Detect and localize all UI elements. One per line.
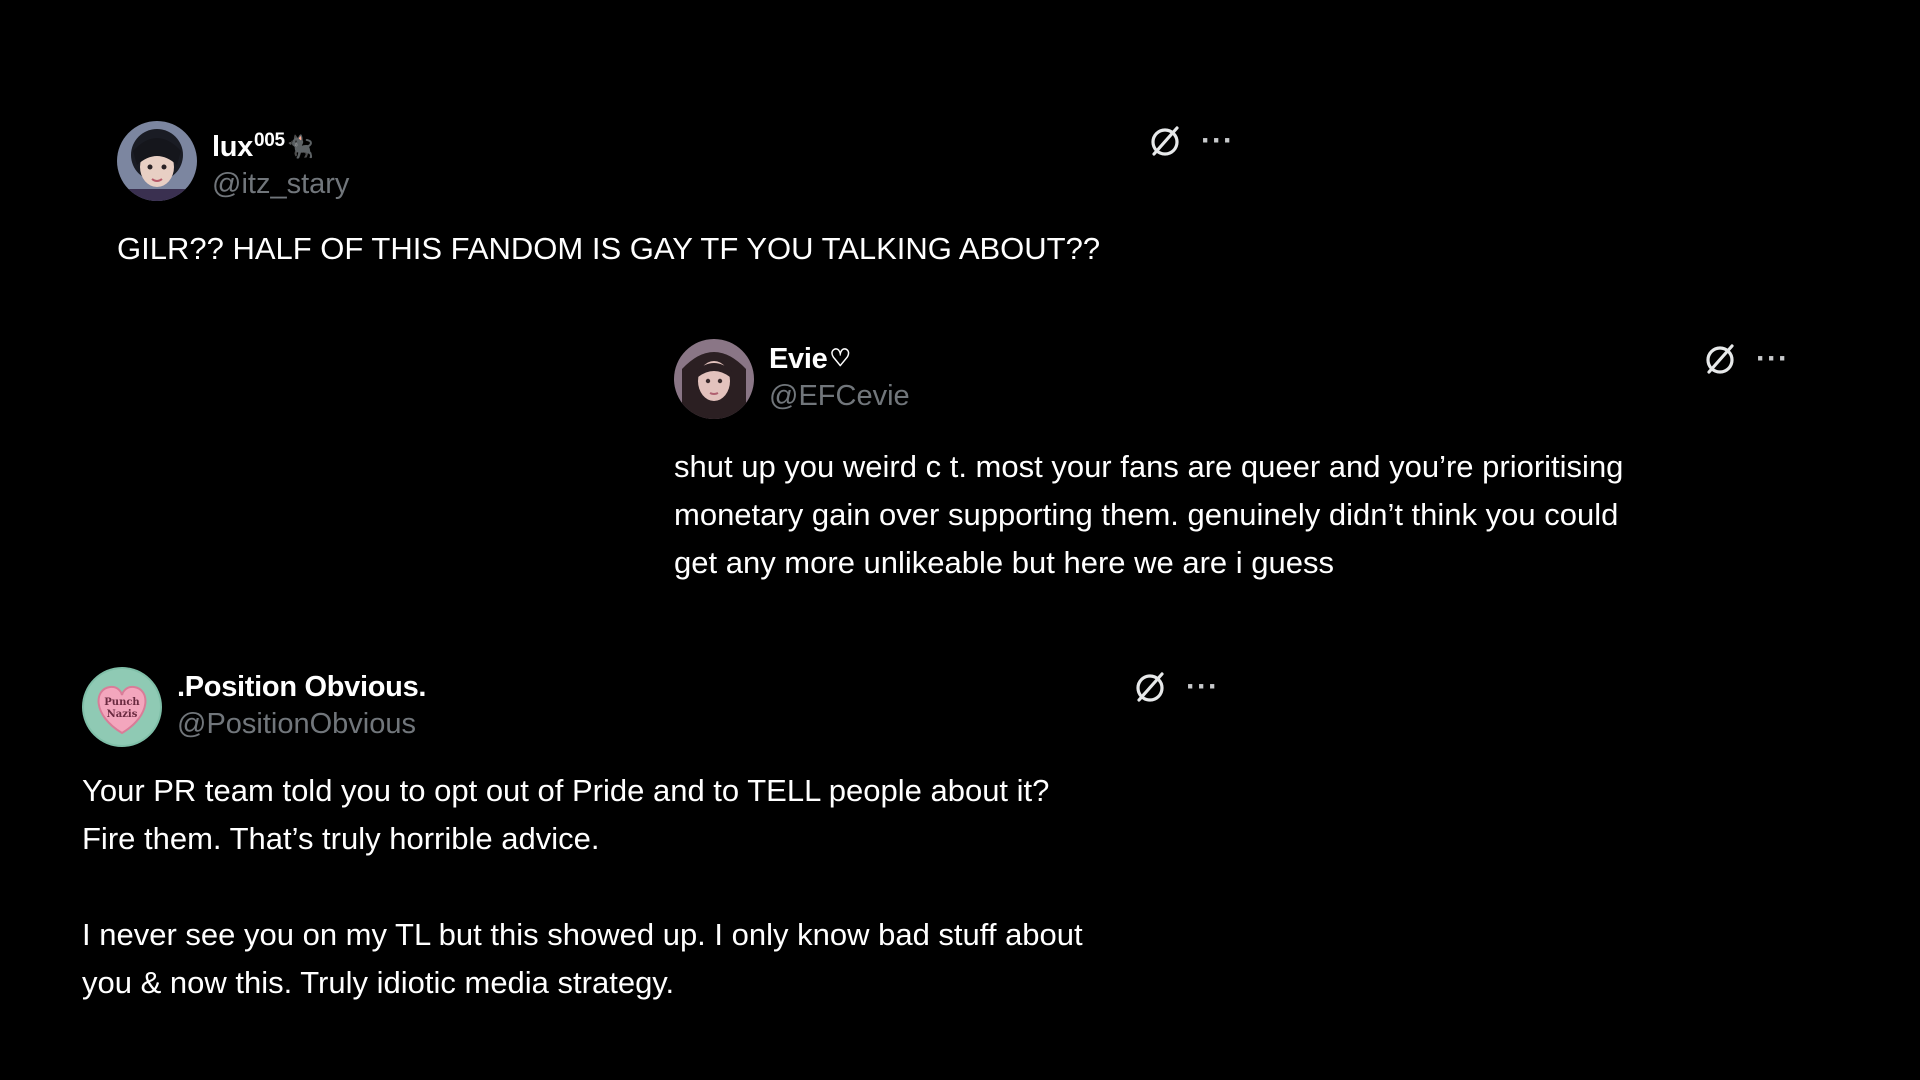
display-name-text: lux bbox=[212, 131, 253, 163]
display-name-text: Evie bbox=[769, 343, 828, 375]
tweet-text: shut up you weird c t. most your fans ar… bbox=[674, 449, 1624, 580]
grok-slash-icon[interactable] bbox=[1132, 669, 1168, 705]
more-dots-icon[interactable]: ··· bbox=[1186, 672, 1219, 702]
tweet-actions: ··· bbox=[1702, 341, 1789, 377]
tweet-header: Punch Nazis .Position Obvious. @Position… bbox=[82, 667, 1382, 747]
display-name[interactable]: lux005🐈‍⬛ bbox=[212, 123, 349, 165]
user-names: lux005🐈‍⬛ @itz_stary bbox=[212, 123, 349, 203]
display-name-superscript: 005 bbox=[254, 130, 285, 151]
cat-icon: 🐈‍⬛ bbox=[286, 134, 314, 159]
tweet-header: Evie♡ @EFCevie ··· bbox=[674, 339, 1804, 419]
more-dots-icon[interactable]: ··· bbox=[1201, 126, 1234, 156]
display-name[interactable]: Evie♡ bbox=[769, 341, 910, 377]
tweet-lux: lux005🐈‍⬛ @itz_stary ··· GILR?? HALF OF … bbox=[117, 121, 1247, 273]
user-handle[interactable]: @itz_stary bbox=[212, 165, 349, 203]
tweet-evie: Evie♡ @EFCevie ··· shut up you weird c t… bbox=[674, 339, 1804, 587]
avatar-badge-line-2: Nazis bbox=[107, 709, 138, 720]
user-handle[interactable]: @PositionObvious bbox=[177, 705, 426, 743]
tweet-text: GILR?? HALF OF THIS FANDOM IS GAY TF YOU… bbox=[117, 231, 1101, 266]
tweet-actions: ··· bbox=[1132, 669, 1219, 705]
more-dots-icon[interactable]: ··· bbox=[1756, 344, 1789, 374]
heart-outline-icon: ♡ bbox=[829, 345, 851, 372]
grok-slash-icon[interactable] bbox=[1702, 341, 1738, 377]
user-names: Evie♡ @EFCevie bbox=[769, 341, 910, 415]
tweet-position-obvious: Punch Nazis .Position Obvious. @Position… bbox=[82, 667, 1382, 1007]
heart-badge-avatar-icon[interactable]: Punch Nazis bbox=[82, 667, 162, 747]
user-avatar-icon[interactable] bbox=[117, 121, 197, 201]
tweet-actions: ··· bbox=[1147, 123, 1234, 159]
avatar-badge-line-1: Punch bbox=[104, 697, 140, 708]
grok-slash-icon[interactable] bbox=[1147, 123, 1183, 159]
user-names: .Position Obvious. @PositionObvious bbox=[177, 669, 426, 743]
display-name[interactable]: .Position Obvious. bbox=[177, 669, 426, 705]
user-avatar-icon[interactable] bbox=[674, 339, 754, 419]
user-handle[interactable]: @EFCevie bbox=[769, 377, 910, 415]
display-name-text: .Position Obvious. bbox=[177, 671, 427, 703]
tweet-text: Your PR team told you to opt out of Prid… bbox=[82, 773, 1083, 1000]
tweet-header: lux005🐈‍⬛ @itz_stary ··· bbox=[117, 121, 1247, 201]
